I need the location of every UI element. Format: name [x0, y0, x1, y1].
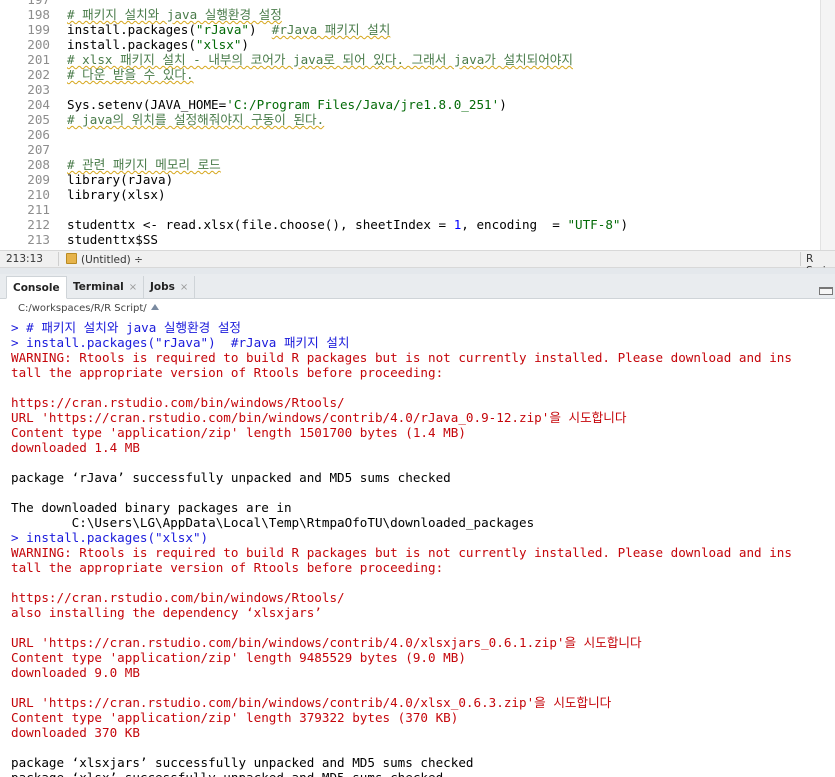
code-token: , encoding =	[461, 217, 568, 232]
console-output-line: Content type 'application/zip' length 37…	[11, 710, 459, 725]
code-text[interactable]: library(rJava)	[67, 172, 173, 187]
code-token: # java의 위치를 설정해줘야지 구동이 된다.	[67, 112, 325, 127]
code-token: "UTF-8"	[567, 217, 621, 232]
line-number: 205	[27, 112, 50, 127]
line-number: 213	[27, 232, 50, 247]
console-output-line: downloaded 9.0 MB	[11, 665, 140, 680]
line-number: 209	[27, 172, 50, 187]
code-token: "rJava"	[195, 22, 249, 37]
code-text[interactable]: # java의 위치를 설정해줘야지 구동이 된다.	[67, 112, 324, 127]
console-input-line: > install.packages("xlsx")	[11, 530, 209, 545]
scope-dropdown-icon: ÷	[134, 254, 143, 266]
code-token: # 다운 받을 수 있다.	[67, 67, 194, 82]
console-output-line: package ‘xlsxjars’ successfully unpacked…	[11, 755, 474, 770]
tab-label: Console	[13, 282, 60, 294]
code-token: )	[620, 217, 629, 232]
line-number: 208	[27, 157, 50, 172]
line-number: 207	[27, 142, 50, 157]
code-text[interactable]: install.packages("xlsx")	[67, 37, 249, 52]
console-output-line: package ‘xlsx’ successfully unpacked and…	[11, 770, 443, 777]
source-editor[interactable]: 197198 # 패키지 설치와 java 실행환경 설정 199 install.p…	[0, 0, 835, 250]
console-output-line: also installing the dependency ‘xlsxjars…	[11, 605, 322, 620]
code-token: "xlsx"	[195, 37, 242, 52]
tab-jobs[interactable]: Jobs ×	[144, 276, 196, 298]
line-number: 204	[27, 97, 50, 112]
line-number: 202	[27, 67, 50, 82]
console-output-line: WARNING: Rtools is required to build R p…	[11, 545, 792, 560]
line-number: 198	[27, 7, 50, 22]
code-text[interactable]: studenttx$SS	[67, 232, 158, 247]
code-text[interactable]: # xlsx 패키지 설치 - 내부의 코어가 java로 되어 있다. 그래서…	[67, 52, 573, 67]
code-token: )	[248, 22, 272, 37]
tab-console[interactable]: Console	[6, 276, 67, 299]
scope-selector[interactable]: (Untitled) ÷	[66, 253, 143, 266]
tab-label: Jobs	[150, 281, 175, 293]
code-token: # 패키지 설치와 java 실행환경 설정	[67, 7, 282, 22]
code-token: library(rJava)	[67, 172, 174, 187]
tab-terminal[interactable]: Terminal ×	[67, 276, 145, 298]
working-directory-bar: C:/workspaces/R/R Script/	[0, 299, 835, 319]
console-output-line: Content type 'application/zip' length 94…	[11, 650, 466, 665]
tab-label: Terminal	[73, 281, 124, 293]
code-text[interactable]: # 관련 패키지 메모리 로드	[67, 157, 221, 172]
line-number: 203	[27, 82, 50, 97]
code-text[interactable]: Sys.setenv(JAVA_HOME='C:/Program Files/J…	[67, 97, 507, 112]
code-text[interactable]: # 패키지 설치와 java 실행환경 설정	[67, 7, 282, 22]
status-divider	[58, 252, 59, 266]
code-token: install.packages(	[67, 22, 196, 37]
console-output-line: URL 'https://cran.rstudio.com/bin/window…	[11, 410, 627, 425]
go-to-directory-icon[interactable]	[150, 304, 159, 310]
code-token: # xlsx 패키지 설치 - 내부의 코어가 java로 되어 있다. 그래서…	[67, 52, 573, 67]
console-output-line: package ‘rJava’ successfully unpacked an…	[11, 470, 451, 485]
console-output-line: C:\Users\LG\AppData\Local\Temp\RtmpaOfoT…	[11, 515, 535, 530]
console-output-line: WARNING: Rtools is required to build R p…	[11, 350, 792, 365]
console-output-line: URL 'https://cran.rstudio.com/bin/window…	[11, 635, 642, 650]
close-icon[interactable]: ×	[180, 282, 188, 293]
console-tab-bar: Console Terminal × Jobs ×	[0, 274, 835, 299]
working-directory-path: C:/workspaces/R/R Script/	[18, 303, 147, 314]
console-output[interactable]: > # 패키지 설치와 java 실행환경 설정 > install.packag…	[0, 319, 835, 777]
console-output-line: tall the appropriate version of Rtools b…	[11, 365, 444, 380]
line-number: 212	[27, 217, 50, 232]
code-token: # 관련 패키지 메모리 로드	[67, 157, 221, 172]
code-token: Sys.setenv(JAVA_HOME=	[67, 97, 227, 112]
code-token: 'C:/Program Files/Java/jre1.8.0_251'	[226, 97, 500, 112]
editor-status-bar: 213:13 (Untitled) ÷ R Scri	[0, 250, 835, 277]
scope-label: (Untitled)	[81, 254, 131, 266]
console-input-line: > install.packages("rJava") #rJava 패키지 설…	[11, 335, 350, 350]
editor-scrollbar[interactable]	[820, 0, 835, 250]
code-text[interactable]: # 다운 받을 수 있다.	[67, 67, 194, 82]
console-output-line: downloaded 1.4 MB	[11, 440, 140, 455]
code-token: )	[241, 37, 249, 52]
code-token: #rJava 패키지 설치	[271, 22, 391, 37]
code-token: studenttx <- read.xlsx(file.choose(), sh…	[67, 217, 454, 232]
line-number: 199	[27, 22, 50, 37]
scope-icon	[66, 253, 77, 264]
code-token: install.packages(	[67, 37, 196, 52]
console-output-line: downloaded 370 KB	[11, 725, 140, 740]
line-number: 211	[27, 202, 50, 217]
code-token: studenttx$SS	[67, 232, 158, 247]
console-output-line: https://cran.rstudio.com/bin/windows/Rto…	[11, 590, 345, 605]
line-number: 206	[27, 127, 50, 142]
line-number: 197	[0, 0, 50, 7]
close-icon[interactable]: ×	[129, 282, 137, 293]
line-number: 210	[27, 187, 50, 202]
console-output-line: Content type 'application/zip' length 15…	[11, 425, 466, 440]
status-divider-right	[800, 252, 801, 266]
code-text[interactable]: install.packages("rJava") #rJava 패키지 설치	[67, 22, 390, 37]
console-output-line: The downloaded binary packages are in	[11, 500, 292, 515]
code-token: )	[499, 97, 507, 112]
console-output-line: tall the appropriate version of Rtools b…	[11, 560, 444, 575]
console-output-line: URL 'https://cran.rstudio.com/bin/window…	[11, 695, 612, 710]
minimize-pane-icon[interactable]	[819, 287, 833, 295]
code-token: library(xlsx)	[67, 187, 166, 202]
code-text[interactable]: studenttx <- read.xlsx(file.choose(), sh…	[67, 217, 628, 232]
console-output-line: https://cran.rstudio.com/bin/windows/Rto…	[11, 395, 345, 410]
console-input-line: > # 패키지 설치와 java 실행환경 설정	[11, 320, 242, 335]
line-number: 201	[27, 52, 50, 67]
code-text[interactable]: library(xlsx)	[67, 187, 166, 202]
line-number: 200	[27, 37, 50, 52]
cursor-position: 213:13	[6, 253, 43, 265]
